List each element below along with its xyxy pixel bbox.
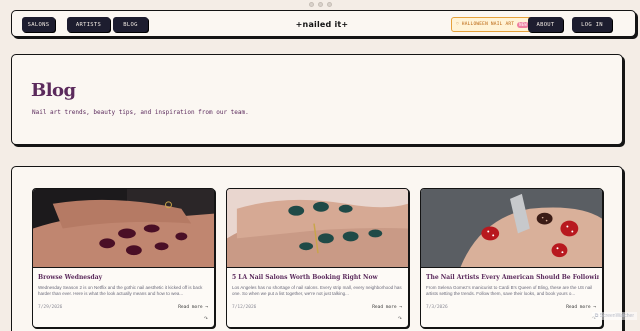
post-image bbox=[227, 189, 408, 268]
promo-label: ♡ HALLOWEEN NAIL ART bbox=[455, 22, 515, 27]
window-controls bbox=[0, 2, 640, 7]
window-dot-icon bbox=[317, 2, 323, 7]
post-image bbox=[421, 189, 602, 268]
login-button[interactable]: LOG IN bbox=[572, 17, 612, 32]
blog-hero: Blog Nail art trends, beauty tips, and i… bbox=[11, 54, 623, 145]
nav-blog-button[interactable]: BLOG bbox=[113, 17, 148, 32]
share-icon[interactable]: ↷ bbox=[398, 316, 402, 322]
posts-grid: Browse Wednesday Wednesday Season 2 is o… bbox=[11, 166, 623, 331]
read-more-link[interactable]: Read more → bbox=[372, 305, 402, 310]
page-subtitle: Nail art trends, beauty tips, and inspir… bbox=[32, 109, 249, 116]
post-excerpt: From Selena Gomez's manicurist to Cardi … bbox=[426, 285, 593, 296]
post-date: 7/12/2026 bbox=[232, 305, 257, 310]
nav-salons-button[interactable]: SALONS bbox=[22, 17, 55, 32]
read-more-link[interactable]: Read more → bbox=[566, 305, 596, 310]
post-excerpt: Los Angeles has no shortage of nail salo… bbox=[232, 285, 402, 296]
brand-logo[interactable]: +nailed it+ bbox=[272, 17, 372, 32]
window-dot-icon bbox=[308, 2, 314, 7]
screenwatcher-watermark: ⧉ ScreenWatcher bbox=[591, 312, 637, 320]
post-excerpt: Wednesday Season 2 is on Netflix and the… bbox=[38, 285, 203, 296]
read-more-link[interactable]: Read more → bbox=[178, 305, 208, 310]
share-icon[interactable]: ↷ bbox=[204, 316, 208, 322]
nav-about-button[interactable]: ABOUT bbox=[528, 17, 563, 32]
post-card[interactable]: The Nail Artists Every American Should B… bbox=[420, 188, 603, 328]
post-date: 7/3/2026 bbox=[426, 305, 448, 310]
post-date: 7/29/2026 bbox=[38, 305, 63, 310]
page-title: Blog bbox=[31, 80, 76, 101]
post-image bbox=[33, 189, 214, 268]
post-card[interactable]: Browse Wednesday Wednesday Season 2 is o… bbox=[32, 188, 215, 328]
post-card[interactable]: 5 LA Nail Salons Worth Booking Right Now… bbox=[226, 188, 409, 328]
window-dot-icon bbox=[326, 2, 332, 7]
nav-artists-button[interactable]: ARTISTS bbox=[67, 17, 110, 32]
post-title[interactable]: 5 LA Nail Salons Worth Booking Right Now bbox=[232, 274, 405, 281]
post-title[interactable]: Browse Wednesday bbox=[38, 274, 211, 281]
halloween-promo-link[interactable]: ♡ HALLOWEEN NAIL ART NEW bbox=[451, 17, 534, 32]
top-navigation: SALONS ARTISTS BLOG +nailed it+ ♡ HALLOW… bbox=[11, 10, 636, 37]
post-title[interactable]: The Nail Artists Every American Should B… bbox=[426, 274, 599, 281]
